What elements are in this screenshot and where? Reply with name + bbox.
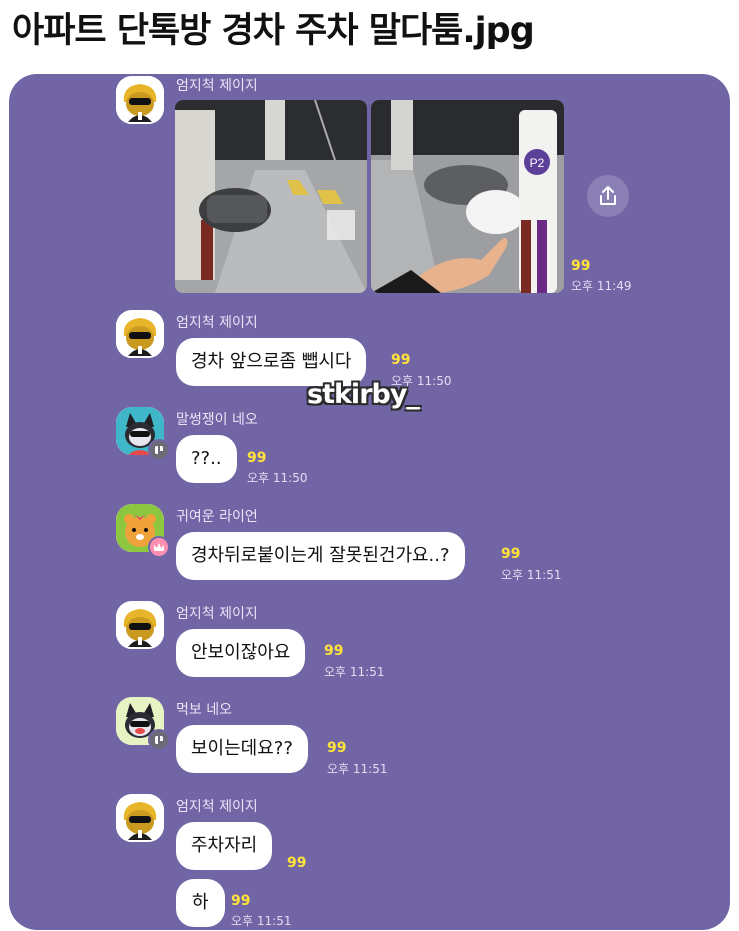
unread-count: 99 [324, 643, 344, 659]
avatar-jayg[interactable] [116, 794, 164, 842]
sender-name: 귀여운 라이언 [176, 509, 258, 525]
sender-name: 엄지척 제이지 [176, 78, 258, 94]
share-upload-icon [600, 186, 616, 205]
message-bubble[interactable]: 안보이잖아요 [176, 629, 306, 677]
message-bubble[interactable]: ??.. [176, 435, 237, 483]
watermark: stkirby_ [307, 379, 420, 410]
unread-count: 99 [231, 893, 251, 909]
message-bubble[interactable]: 경차뒤로붙이는게 잘못된건가요..? [176, 532, 465, 580]
message-bubble[interactable]: 보이는데요?? [176, 725, 308, 773]
unread-count: 99 [571, 258, 591, 274]
avatar-jayg[interactable] [116, 310, 164, 358]
sender-name: 말썽쟁이 네오 [176, 412, 258, 428]
chat-room[interactable]: 엄지척 제이지 P2 99 오후 11:49 엄지척 제이지 경차 앞으로좀 뺍… [9, 74, 730, 930]
jayg-character-icon [116, 76, 164, 124]
avatar-neo[interactable] [116, 407, 170, 461]
unread-count: 99 [391, 352, 411, 368]
message-time: 오후 11:51 [231, 914, 292, 928]
jayg-character-icon [116, 310, 164, 358]
message-time: 오후 11:49 [571, 279, 632, 293]
avatar-jayg[interactable] [116, 601, 164, 649]
sender-name: 엄지척 제이지 [176, 606, 258, 622]
jayg-character-icon [116, 794, 164, 842]
message-time: 오후 11:50 [247, 471, 308, 485]
unread-count: 99 [247, 450, 267, 466]
avatar-ryan[interactable] [116, 504, 170, 558]
parking-photo-right[interactable]: P2 [371, 100, 564, 293]
message-bubble[interactable]: 하 [176, 879, 225, 927]
crown-badge-icon [148, 536, 170, 558]
unread-count: 99 [287, 855, 307, 871]
message-time: 오후 11:51 [324, 665, 385, 679]
svg-text:P2: P2 [530, 156, 545, 170]
unread-count: 99 [327, 740, 347, 756]
card-badge-icon [148, 439, 170, 461]
card-badge-icon [148, 729, 170, 751]
sender-name: 엄지척 제이지 [176, 315, 258, 331]
parking-photo-left[interactable] [175, 100, 367, 293]
share-button[interactable] [587, 175, 629, 217]
message-time: 오후 11:51 [327, 762, 388, 776]
sender-name: 먹보 네오 [176, 702, 232, 718]
message-time: 오후 11:51 [501, 568, 562, 582]
sender-name: 엄지척 제이지 [176, 799, 258, 815]
message-bubble[interactable]: 주차자리 [176, 822, 273, 870]
avatar-jayg[interactable] [116, 76, 164, 124]
page-title: 아파트 단톡방 경차 주차 말다툼.jpg [12, 11, 535, 51]
avatar-neo[interactable] [116, 697, 170, 751]
jayg-character-icon [116, 601, 164, 649]
unread-count: 99 [501, 546, 521, 562]
